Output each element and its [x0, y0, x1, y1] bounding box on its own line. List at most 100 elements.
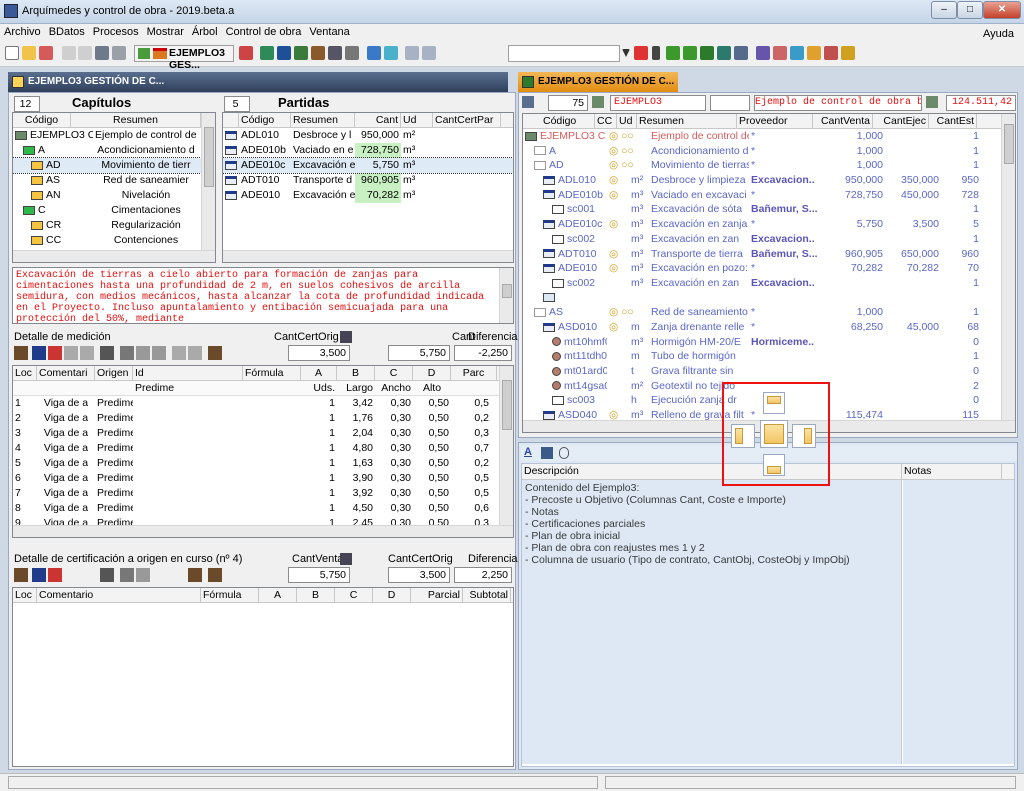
copy-icon[interactable]: [136, 346, 150, 360]
col-cantventa[interactable]: CantVenta: [813, 114, 873, 128]
open-icon[interactable]: [22, 46, 36, 60]
tree-blank-field[interactable]: [710, 95, 750, 111]
col-descripcion[interactable]: Descripción: [522, 464, 902, 479]
notes-content[interactable]: Descripción Notas Contenido del Ejemplo3…: [521, 463, 1015, 767]
toolbar-tool-1-icon[interactable]: [239, 46, 253, 60]
tree-row[interactable]: mt01ard030l t Grava filtrante sin 0: [523, 364, 1015, 379]
medicion-scrollbar[interactable]: [499, 366, 513, 537]
toolbar-tool-20-icon[interactable]: [790, 46, 804, 60]
attachment-tab-icon[interactable]: [559, 447, 569, 459]
toolbar-tool-8-icon[interactable]: [367, 46, 381, 60]
partida-row[interactable]: ADL010 Desbroce y l 950,000 m²: [223, 128, 513, 143]
filter-combo[interactable]: [508, 45, 620, 62]
medicion-row[interactable]: 2 Viga de a Predime 1 1,76 0,30 0,50 0,2: [13, 411, 513, 426]
tree-row[interactable]: ADE010b ◎ m³ Vaciado en excavaci * 728,750 450…: [523, 188, 1015, 203]
toolbar-tool-21-icon[interactable]: [807, 46, 821, 60]
image-tab-icon[interactable]: [541, 447, 553, 459]
toolbar-tool-13-icon[interactable]: [666, 46, 680, 60]
refresh-icon[interactable]: [522, 96, 534, 108]
col-ud[interactable]: Ud: [401, 113, 433, 127]
menu-mostrar[interactable]: Mostrar: [143, 24, 188, 38]
col-cantcertpar[interactable]: CantCertPar: [433, 113, 501, 127]
tree-row[interactable]: [523, 291, 1015, 306]
toolbar-tool-15-icon[interactable]: [700, 46, 714, 60]
col-subtotal[interactable]: Subtotal: [463, 588, 511, 602]
tree-row[interactable]: A ◎ ○○ Acondicionamiento del * 1,000 1: [523, 144, 1015, 159]
tool-icon[interactable]: [172, 346, 186, 360]
tool-icon[interactable]: [100, 346, 114, 360]
col-notas[interactable]: Notas: [902, 464, 1002, 479]
delete-icon[interactable]: [48, 346, 62, 360]
text-tab-icon[interactable]: A: [524, 446, 536, 459]
toolbar-tool-12-icon[interactable]: [652, 46, 660, 60]
tool-icon[interactable]: [188, 346, 202, 360]
tree-row[interactable]: ADL010 ◎ m² Desbroce y limpieza Excavacion..…: [523, 173, 1015, 188]
tree-scrollbar[interactable]: [1001, 114, 1015, 432]
left-pane-header[interactable]: EJEMPLO3 GESTIÓN DE C...: [8, 72, 508, 92]
col-codigo[interactable]: Código: [13, 113, 71, 127]
toolbar-tool-22-icon[interactable]: [824, 46, 838, 60]
col-loc[interactable]: Loc: [13, 588, 37, 602]
capitulo-row[interactable]: AD Movimiento de tierr: [13, 157, 215, 174]
col-resumen[interactable]: Resumen: [71, 113, 201, 127]
delete-icon[interactable]: [48, 568, 62, 582]
col-d[interactable]: D: [373, 588, 411, 602]
toolbar-tool-6-icon[interactable]: [328, 46, 342, 60]
partida-row[interactable]: ADE010 Excavación e 70,282 m³: [223, 188, 513, 203]
open-recent-icon[interactable]: [39, 46, 53, 60]
toolbar-tool-14-icon[interactable]: [683, 46, 697, 60]
toolbar-tool-17-icon[interactable]: [734, 46, 748, 60]
col-comentario[interactable]: Comentari: [37, 366, 95, 380]
col-formula[interactable]: Fórmula: [243, 366, 301, 380]
toolbar-tool-3-icon[interactable]: [277, 46, 291, 60]
toolbar-tool-18-icon[interactable]: [756, 46, 770, 60]
toolbar-tool-2-icon[interactable]: [260, 46, 274, 60]
tree-row[interactable]: mt10hmf010 m³ Hormigón HM-20/E Hormiceme.. 0: [523, 335, 1015, 350]
col-c[interactable]: C: [335, 588, 373, 602]
medicion-row[interactable]: 7 Viga de a Predime 1 3,92 0,30 0,50 0,5: [13, 486, 513, 501]
partida-row[interactable]: ADT010 Transporte d 960,905 m³: [223, 173, 513, 188]
medicion-row[interactable]: 3 Viga de a Predime 1 2,04 0,30 0,50 0,3: [13, 426, 513, 441]
menu-ayuda[interactable]: Ayuda: [979, 26, 1018, 40]
project-selector[interactable]: EJEMPLO3 GES...: [134, 45, 234, 71]
new-icon[interactable]: [5, 46, 19, 60]
description-box[interactable]: Excavación de tierras a cielo abierto pa…: [12, 267, 514, 324]
maximize-button[interactable]: □: [957, 1, 983, 19]
tool-icon[interactable]: [208, 568, 222, 582]
col-a[interactable]: A: [259, 588, 297, 602]
tree-row[interactable]: sc001 m³ Excavación de sóta Bañemur, S... 1: [523, 202, 1015, 217]
capitulos-hscrollbar[interactable]: [13, 250, 215, 262]
partida-row[interactable]: ADE010b Vaciado en e 728,750 m³: [223, 143, 513, 158]
tree-row[interactable]: AS ◎ ○○ Red de saneamiento * 1,000 1: [523, 305, 1015, 320]
tool-icon[interactable]: [14, 568, 28, 582]
chevron-down-icon[interactable]: [340, 553, 352, 565]
minimize-button[interactable]: –: [931, 1, 957, 19]
menu-procesos[interactable]: Procesos: [89, 24, 143, 38]
col-loc[interactable]: Loc: [13, 366, 37, 380]
medicion-row[interactable]: 4 Viga de a Predime 1 4,80 0,30 0,50 0,7: [13, 441, 513, 456]
col-c[interactable]: C: [375, 366, 413, 380]
col-parcial[interactable]: Parc: [451, 366, 497, 380]
capitulo-row[interactable]: CR Regularización: [13, 218, 215, 233]
col-codigo[interactable]: Código: [239, 113, 291, 127]
tree-row[interactable]: ADT010 ◎ m³ Transporte de tierra Bañemur, S.…: [523, 247, 1015, 262]
col-formula[interactable]: Fórmula: [201, 588, 259, 602]
save-icon[interactable]: [95, 46, 109, 60]
col-b[interactable]: B: [297, 588, 335, 602]
insert-icon[interactable]: [32, 568, 46, 582]
toolbar-tool-10-icon[interactable]: [422, 46, 436, 60]
tool-icon[interactable]: [208, 346, 222, 360]
tool-icon[interactable]: [64, 346, 78, 360]
capitulo-row[interactable]: EJEMPLO3 C Ejemplo de control de: [13, 128, 215, 143]
toolbar-tool-9-icon[interactable]: [405, 46, 419, 60]
tree-row[interactable]: AD ◎ ○○ Movimiento de tierras * 1,000 1: [523, 158, 1015, 173]
col-origen[interactable]: Origen: [95, 366, 133, 380]
paste-icon[interactable]: [152, 346, 166, 360]
toolbar-tool-4-icon[interactable]: [294, 46, 308, 60]
col-resumen[interactable]: Resumen: [637, 114, 737, 128]
chevron-down-icon[interactable]: [622, 49, 630, 57]
description-scrollbar[interactable]: [499, 268, 513, 323]
toolbar-tool-7-icon[interactable]: [345, 46, 359, 60]
tree-row[interactable]: sc002 m³ Excavación en zan Excavacion.. 1: [523, 276, 1015, 291]
chart-icon[interactable]: [384, 46, 398, 60]
